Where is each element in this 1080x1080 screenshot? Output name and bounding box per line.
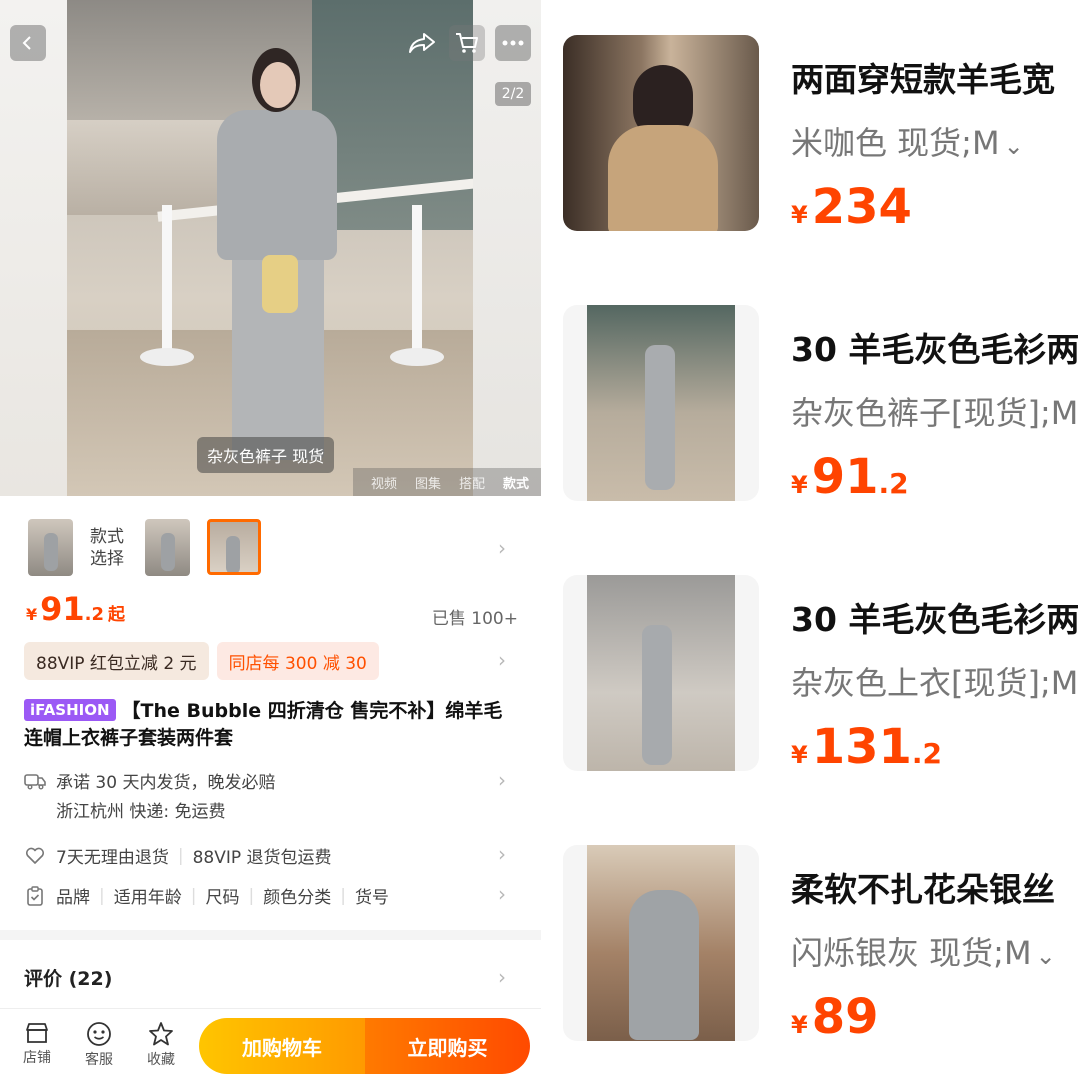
return-policy: 7天无理由退货: [56, 848, 169, 868]
currency-symbol: ¥: [26, 605, 38, 624]
cart-button[interactable]: [449, 25, 485, 61]
chevron-right-icon: ›: [498, 648, 506, 672]
shop-coupon[interactable]: 同店每 300 减 30: [216, 642, 379, 680]
shop-button[interactable]: 店铺: [17, 1021, 57, 1067]
shop-label: 店铺: [23, 1050, 51, 1066]
item-spec[interactable]: 杂灰色上衣[现货];M: [791, 658, 1080, 704]
cart-icon: [456, 33, 478, 53]
share-button[interactable]: [404, 25, 440, 61]
favorite-label: 收藏: [147, 1052, 175, 1068]
item-spec[interactable]: 米咖色 现货;M ⌄: [791, 118, 1080, 164]
price-suffix: 起: [108, 605, 126, 625]
list-item[interactable]: 30 羊毛灰色毛衫两 杂灰色裤子[现货];M ¥ 91 .2: [541, 305, 1080, 505]
buy-now-button[interactable]: 立即购买: [365, 1018, 530, 1074]
tab-outfit[interactable]: 搭配: [459, 473, 485, 492]
chevron-down-icon: ⌄: [1035, 942, 1056, 970]
product-title: iFASHION 【The Bubble 四折清仓 售完不补】绵羊毛连帽上衣裤子套…: [24, 698, 514, 752]
chevron-left-icon: [22, 36, 31, 50]
item-thumbnail[interactable]: [563, 305, 759, 501]
item-spec[interactable]: 杂灰色裤子[现货];M: [791, 388, 1080, 434]
guarantee-row[interactable]: 7天无理由退货 | 88VIP 退货包运费: [24, 843, 518, 868]
item-spec[interactable]: 闪烁银灰 现货;M ⌄: [791, 928, 1080, 974]
chevron-right-icon: ›: [498, 965, 506, 989]
image-pager: 2/2: [495, 82, 531, 106]
item-thumbnail[interactable]: [563, 575, 759, 771]
item-price: ¥ 89: [791, 989, 879, 1045]
favorite-button[interactable]: 收藏: [141, 1021, 181, 1069]
price-row: ¥ 91 .2 起 已售 100+: [26, 590, 520, 630]
item-thumbnail[interactable]: [563, 845, 759, 1041]
star-icon: [149, 1022, 173, 1046]
list-item[interactable]: 柔软不扎花朵银丝 闪烁银灰 现货;M ⌄ ¥ 89: [541, 845, 1080, 1045]
chevron-down-icon: ⌄: [1003, 132, 1024, 160]
shipping-origin: 浙江杭州 快递: 免运费: [56, 802, 226, 822]
param-brand: 品牌: [56, 888, 90, 908]
customer-service-icon: [87, 1022, 111, 1046]
add-to-cart-button[interactable]: 加购物车: [199, 1018, 365, 1074]
variant-caption: 杂灰色裤子 现货: [197, 437, 335, 473]
variant-thumb-selected[interactable]: [207, 519, 261, 575]
shipping-row[interactable]: 承诺 30 天内发货，晚发必赔: [24, 768, 518, 793]
param-sku: 货号: [354, 888, 389, 908]
tab-gallery[interactable]: 图集: [415, 473, 441, 492]
item-name: 30 羊毛灰色毛衫两: [791, 330, 1080, 369]
brand-tag: iFASHION: [24, 699, 116, 721]
clipboard-icon: [24, 885, 46, 907]
params-row[interactable]: 品牌 | 适用年龄 | 尺码 | 颜色分类 | 货号: [24, 883, 518, 908]
more-icon: [502, 40, 524, 46]
service-label: 客服: [85, 1052, 113, 1068]
price-integer: 91: [40, 590, 85, 628]
heart-icon: [24, 845, 46, 867]
vip-coupon[interactable]: 88VIP 红包立减 2 元: [24, 642, 209, 680]
variant-thumb[interactable]: [145, 519, 190, 576]
param-age: 适用年龄: [113, 888, 182, 908]
shipping-promise: 承诺 30 天内发货，晚发必赔: [56, 773, 276, 793]
service-button[interactable]: 客服: [79, 1021, 119, 1069]
variant-label: 款式选择: [90, 527, 124, 569]
product-detail-panel: 2/2 杂灰色裤子 现货 视频 图集 搭配 款式 款式选择 › ¥ 91 .2 …: [0, 0, 541, 1080]
tab-video[interactable]: 视频: [371, 473, 397, 492]
item-price: ¥ 131 .2: [791, 719, 943, 775]
chevron-right-icon: ›: [498, 536, 506, 560]
media-tabs: 视频 图集 搭配 款式: [352, 468, 541, 496]
tab-style[interactable]: 款式: [503, 473, 529, 492]
section-divider: [0, 930, 541, 940]
item-price: ¥ 91 .2: [791, 449, 909, 505]
price-decimal: .2: [84, 604, 105, 625]
reviews-header[interactable]: 评价 (22): [24, 964, 112, 991]
store-icon: [26, 1023, 48, 1043]
coupon-row[interactable]: 88VIP 红包立减 2 元 同店每 300 减 30: [24, 642, 379, 680]
product-image-carousel[interactable]: 2/2 杂灰色裤子 现货 视频 图集 搭配 款式: [0, 0, 541, 496]
list-item[interactable]: 两面穿短款羊毛宽 米咖色 现货;M ⌄ ¥ 234: [541, 35, 1080, 235]
vip-return-shipping: 88VIP 退货包运费: [192, 848, 332, 868]
truck-icon: [24, 770, 46, 792]
item-name: 柔软不扎花朵银丝: [791, 870, 1055, 909]
cart-item-list: 两面穿短款羊毛宽 米咖色 现货;M ⌄ ¥ 234 30 羊毛灰色毛衫两 杂灰色裤…: [541, 0, 1080, 1080]
param-size: 尺码: [205, 888, 240, 908]
variant-selector[interactable]: 款式选择 ›: [0, 516, 541, 580]
item-name: 30 羊毛灰色毛衫两: [791, 600, 1080, 639]
variant-thumb[interactable]: [28, 519, 73, 576]
bottom-action-bar: 店铺 客服 收藏 加购物车 立即购买: [0, 1008, 541, 1080]
param-color: 颜色分类: [263, 888, 332, 908]
back-button[interactable]: [10, 25, 46, 61]
sold-count: 已售 100+: [431, 609, 518, 629]
share-icon: [409, 33, 435, 53]
chevron-right-icon: ›: [498, 768, 506, 792]
more-button[interactable]: [495, 25, 531, 61]
chevron-right-icon: ›: [498, 842, 506, 866]
item-price: ¥ 234: [791, 179, 912, 235]
product-photo: [67, 0, 473, 496]
item-name: 两面穿短款羊毛宽: [791, 60, 1055, 99]
list-item[interactable]: 30 羊毛灰色毛衫两 杂灰色上衣[现货];M ¥ 131 .2: [541, 575, 1080, 775]
chevron-right-icon: ›: [498, 882, 506, 906]
item-thumbnail[interactable]: [563, 35, 759, 231]
